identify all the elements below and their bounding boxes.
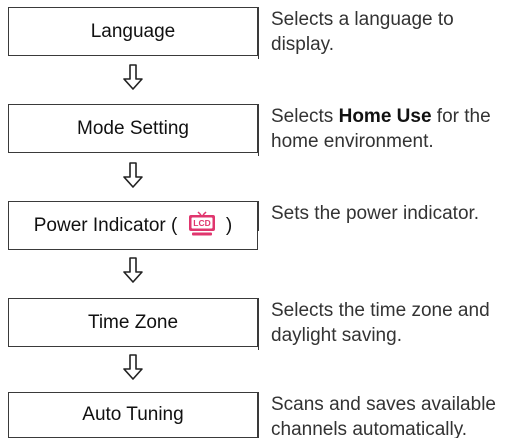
step-label: Mode Setting	[77, 117, 189, 139]
svg-text:LCD: LCD	[193, 218, 210, 228]
step-language-description: Selects a language to display.	[258, 7, 508, 59]
step-power-indicator-box: Power Indicator ( LCD )	[8, 201, 258, 250]
step-label: Language	[90, 20, 176, 42]
down-arrow-icon	[123, 162, 143, 188]
down-arrow-icon	[123, 257, 143, 283]
step-label: Auto Tuning	[82, 404, 184, 425]
down-arrow-icon	[123, 354, 143, 380]
down-arrow-icon	[123, 64, 143, 90]
step-language-box: Language	[8, 7, 258, 56]
step-auto-tuning-box: Auto Tuning	[8, 392, 258, 438]
home-use-emphasis: Home Use	[338, 106, 432, 127]
step-mode-setting-description: Selects Home Use for the home environmen…	[258, 104, 508, 156]
step-label: Power Indicator ( LCD )	[34, 210, 232, 239]
step-auto-tuning-description: Scans and saves available channels autom…	[258, 392, 508, 438]
step-time-zone-box: Time Zone	[8, 298, 258, 347]
step-time-zone-description: Selects the time zone and daylight savin…	[258, 298, 508, 350]
step-mode-setting-box: Mode Setting	[8, 104, 258, 153]
step-power-indicator-description: Sets the power indicator.	[258, 201, 508, 231]
step-label: Time Zone	[87, 311, 179, 333]
lcd-icon: LCD	[188, 210, 215, 235]
